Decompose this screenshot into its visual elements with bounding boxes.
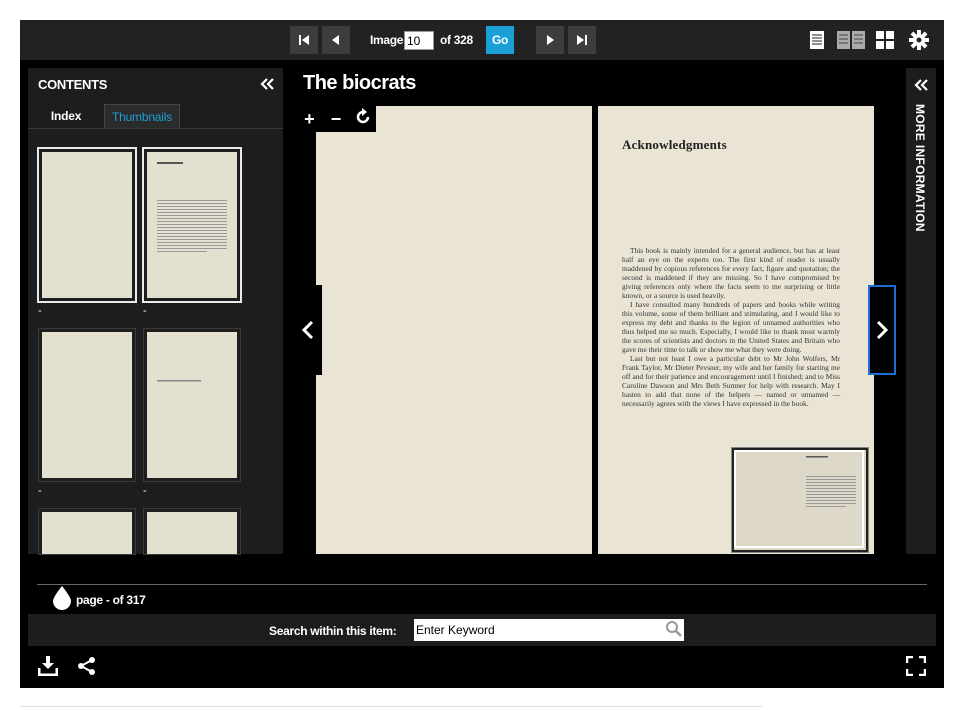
previous-icon	[332, 35, 339, 45]
minimap-preview	[734, 450, 864, 548]
download-icon[interactable]	[38, 656, 58, 676]
page-edge-divider	[20, 706, 762, 707]
right-page-scan: Acknowledgments This book is mainly inte…	[598, 106, 874, 554]
thumbnail-page-10[interactable]	[142, 147, 242, 303]
page-slider-handle-icon[interactable]	[53, 586, 71, 610]
page-paragraph: I have consulted many hundreds of papers…	[622, 300, 840, 354]
page-body-text: This book is mainly intended for a gener…	[622, 246, 840, 408]
settings-gear-icon[interactable]	[909, 30, 929, 50]
last-page-button[interactable]	[568, 26, 596, 54]
collapse-left-icon[interactable]	[259, 76, 275, 92]
zoom-in-button[interactable]: +	[296, 109, 323, 130]
image-label: Image	[370, 33, 404, 47]
page-paragraph: This book is mainly intended for a gener…	[622, 246, 840, 300]
total-images-label: of 328	[440, 33, 473, 47]
zoom-controls: + −	[296, 106, 376, 132]
share-icon[interactable]	[77, 656, 97, 676]
page-indicator: page - of 317	[76, 593, 146, 607]
thumbnail-page-13[interactable]	[38, 508, 136, 555]
page-title: The biocrats	[303, 72, 416, 94]
chevron-right-icon	[876, 320, 889, 340]
search-label: Search within this item:	[269, 624, 397, 638]
rotate-icon	[356, 107, 369, 123]
page-heading: Acknowledgments	[622, 137, 727, 152]
next-page-arrow[interactable]	[868, 285, 896, 375]
previous-page-arrow[interactable]	[294, 285, 322, 375]
chevron-left-icon	[301, 320, 314, 340]
two-page-view-icon[interactable]	[837, 31, 865, 49]
first-page-icon	[299, 35, 309, 45]
rotate-button[interactable]	[349, 107, 376, 131]
navigator-minimap[interactable]	[731, 447, 869, 553]
grid-view-icon[interactable]	[876, 31, 894, 49]
thumbnail-page-12[interactable]	[143, 328, 241, 482]
tab-index[interactable]: Index	[38, 104, 94, 128]
next-icon	[547, 35, 554, 45]
search-bar: Search within this item:	[28, 614, 936, 646]
document-viewer: Image of 328 Go CONTENTS Index Thumbnail…	[20, 20, 944, 688]
first-page-button[interactable]	[290, 26, 318, 54]
thumbnail-label: -	[143, 305, 147, 317]
page-slider-track[interactable]	[37, 584, 927, 585]
tab-thumbnails[interactable]: Thumbnails	[104, 104, 180, 129]
zoom-out-button[interactable]: −	[323, 109, 350, 130]
left-page-scan	[316, 106, 592, 554]
expand-panel-icon[interactable]	[913, 77, 929, 93]
fullscreen-icon[interactable]	[906, 656, 926, 676]
more-information-panel[interactable]: MORE INFORMATION	[906, 68, 936, 554]
thumbnail-label: -	[38, 305, 42, 317]
top-toolbar: Image of 328 Go	[20, 20, 944, 60]
image-number-input[interactable]	[404, 31, 434, 50]
thumbnail-text-lines	[157, 380, 201, 382]
thumbnail-label: -	[38, 485, 42, 497]
previous-page-button[interactable]	[322, 26, 350, 54]
last-page-icon	[577, 35, 587, 45]
search-icon[interactable]	[665, 620, 683, 638]
more-information-label[interactable]: MORE INFORMATION	[913, 104, 927, 232]
search-input[interactable]	[414, 619, 684, 641]
contents-title: CONTENTS	[38, 77, 108, 92]
tab-divider	[28, 128, 283, 129]
thumbnail-page-9[interactable]	[37, 147, 137, 303]
page-paragraph: Last but not least I owe a particular de…	[622, 354, 840, 408]
thumbnail-page-14[interactable]	[143, 508, 241, 555]
thumbnail-label: -	[143, 485, 147, 497]
go-button[interactable]: Go	[486, 26, 514, 54]
thumbnail-text-lines	[157, 162, 227, 252]
thumbnail-page-11[interactable]	[38, 328, 136, 482]
next-page-button[interactable]	[536, 26, 564, 54]
contents-panel: CONTENTS Index Thumbnails - - - -	[28, 68, 283, 555]
single-page-view-icon[interactable]	[810, 31, 824, 49]
